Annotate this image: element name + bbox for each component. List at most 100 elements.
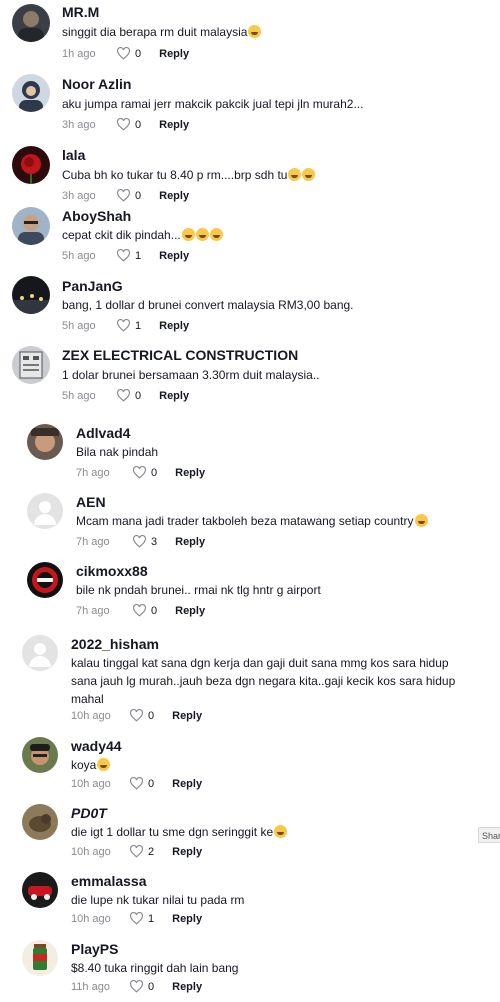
comment-meta: 11h ago 0 Reply [71,980,202,993]
heart-icon [116,118,131,131]
comment-text: singgit dia berapa rm duit malaysia [62,23,482,41]
like-count: 0 [135,389,142,402]
like-button[interactable]: 0 [132,604,157,617]
heart-icon [116,389,131,402]
laugh-emoji-icon [97,758,111,771]
like-button[interactable]: 0 [129,980,154,993]
laugh-emoji-icon [414,514,428,527]
timestamp: 10h ago [71,777,111,790]
like-button[interactable]: 0 [129,709,154,722]
timestamp: 5h ago [62,249,96,262]
like-button[interactable]: 0 [116,389,141,402]
comment-author[interactable]: emmalassa [71,873,147,889]
reply-button[interactable]: Reply [159,119,189,131]
reply-button[interactable]: Reply [172,710,202,722]
comment-author[interactable]: wady44 [71,738,122,754]
like-button[interactable]: 2 [129,845,154,858]
reply-button[interactable]: Reply [159,48,189,60]
comment-text: die lupe nk tukar nilai tu pada rm [71,893,245,907]
like-button[interactable]: 0 [132,466,157,479]
comment-meta: 5h ago 0 Reply [62,389,189,402]
like-button[interactable]: 0 [116,189,141,202]
comment-text: cepat ckit dik pindah... [62,226,482,244]
heart-icon [132,466,147,479]
comment-author[interactable]: Adlvad4 [76,425,130,441]
laugh-emoji-icon [302,168,316,181]
like-count: 2 [148,845,155,858]
avatar[interactable] [27,424,63,460]
like-button[interactable]: 0 [129,777,154,790]
like-count: 0 [148,980,155,993]
heart-icon [129,980,144,993]
like-button[interactable]: 0 [116,118,141,131]
comment-author[interactable]: PD0T [71,805,107,821]
reply-button[interactable]: Reply [175,605,205,617]
laugh-emoji-icon [209,228,223,241]
comment-author[interactable]: lala [62,147,85,163]
like-count: 3 [151,535,158,548]
heart-icon [116,189,131,202]
avatar[interactable] [22,940,58,976]
like-button[interactable]: 0 [116,47,141,60]
avatar[interactable] [22,804,58,840]
avatar[interactable] [12,276,50,314]
timestamp: 11h ago [71,980,110,993]
like-button[interactable]: 1 [116,249,141,262]
comment-meta: 5h ago 1 Reply [62,249,189,262]
avatar[interactable] [22,737,58,773]
reply-button[interactable]: Reply [159,190,189,202]
avatar[interactable] [22,872,58,908]
like-button[interactable]: 3 [132,535,157,548]
reply-button[interactable]: Reply [172,981,202,993]
avatar[interactable] [12,346,50,384]
comment-text: 1 dolar brunei bersamaan 3.30rm duit mal… [62,368,320,382]
reply-button[interactable]: Reply [159,320,189,332]
like-button[interactable]: 1 [129,912,154,925]
comment-meta: 1h ago 0 Reply [62,47,189,60]
reply-button[interactable]: Reply [175,467,205,479]
comment-text: Bila nak pindah [76,445,159,459]
laugh-emoji-icon [274,825,288,838]
reply-button[interactable]: Reply [159,390,189,402]
like-count: 0 [151,604,158,617]
reply-button[interactable]: Reply [172,913,202,925]
comment-author[interactable]: AEN [76,494,106,510]
share-tooltip[interactable]: Shar [478,827,500,843]
like-count: 0 [135,47,142,60]
comment-author[interactable]: Noor Azlin [62,76,131,92]
avatar[interactable] [27,562,63,598]
reply-button[interactable]: Reply [172,778,202,790]
timestamp: 1h ago [62,47,96,60]
reply-button[interactable]: Reply [175,536,205,548]
comment-author[interactable]: cikmoxx88 [76,563,148,579]
default-avatar[interactable] [27,493,63,529]
like-count: 0 [148,709,155,722]
comment-author[interactable]: AboyShah [62,208,131,224]
laugh-emoji-icon [181,228,195,241]
comment-meta: 7h ago 0 Reply [76,466,205,479]
heart-icon [129,912,144,925]
grin-emoji-icon [248,25,262,38]
avatar[interactable] [12,74,50,112]
comment-author[interactable]: PlayPS [71,941,118,957]
default-avatar[interactable] [22,635,58,671]
avatar[interactable] [12,146,50,184]
avatar[interactable] [12,4,50,42]
reply-button[interactable]: Reply [159,250,189,262]
avatar[interactable] [12,207,50,245]
heart-icon [116,47,131,60]
heart-icon [129,709,144,722]
comment-author[interactable]: 2022_hisham [71,636,159,652]
comment-text: koya [71,756,471,774]
reply-button[interactable]: Reply [172,846,202,858]
comment-author[interactable]: PanJanG [62,278,123,294]
timestamp: 10h ago [71,709,111,722]
comment-text: kalau tinggal kat sana dgn kerja dan gaj… [71,656,459,706]
like-button[interactable]: 1 [116,319,141,332]
comment-text: aku jumpa ramai jerr makcik pakcik jual … [62,97,364,111]
laugh-emoji-icon [195,228,209,241]
comment-author[interactable]: MR.M [62,4,99,20]
comment-author[interactable]: ZEX ELECTRICAL CONSTRUCTION [62,347,298,363]
timestamp: 7h ago [76,535,110,548]
like-count: 0 [148,777,155,790]
